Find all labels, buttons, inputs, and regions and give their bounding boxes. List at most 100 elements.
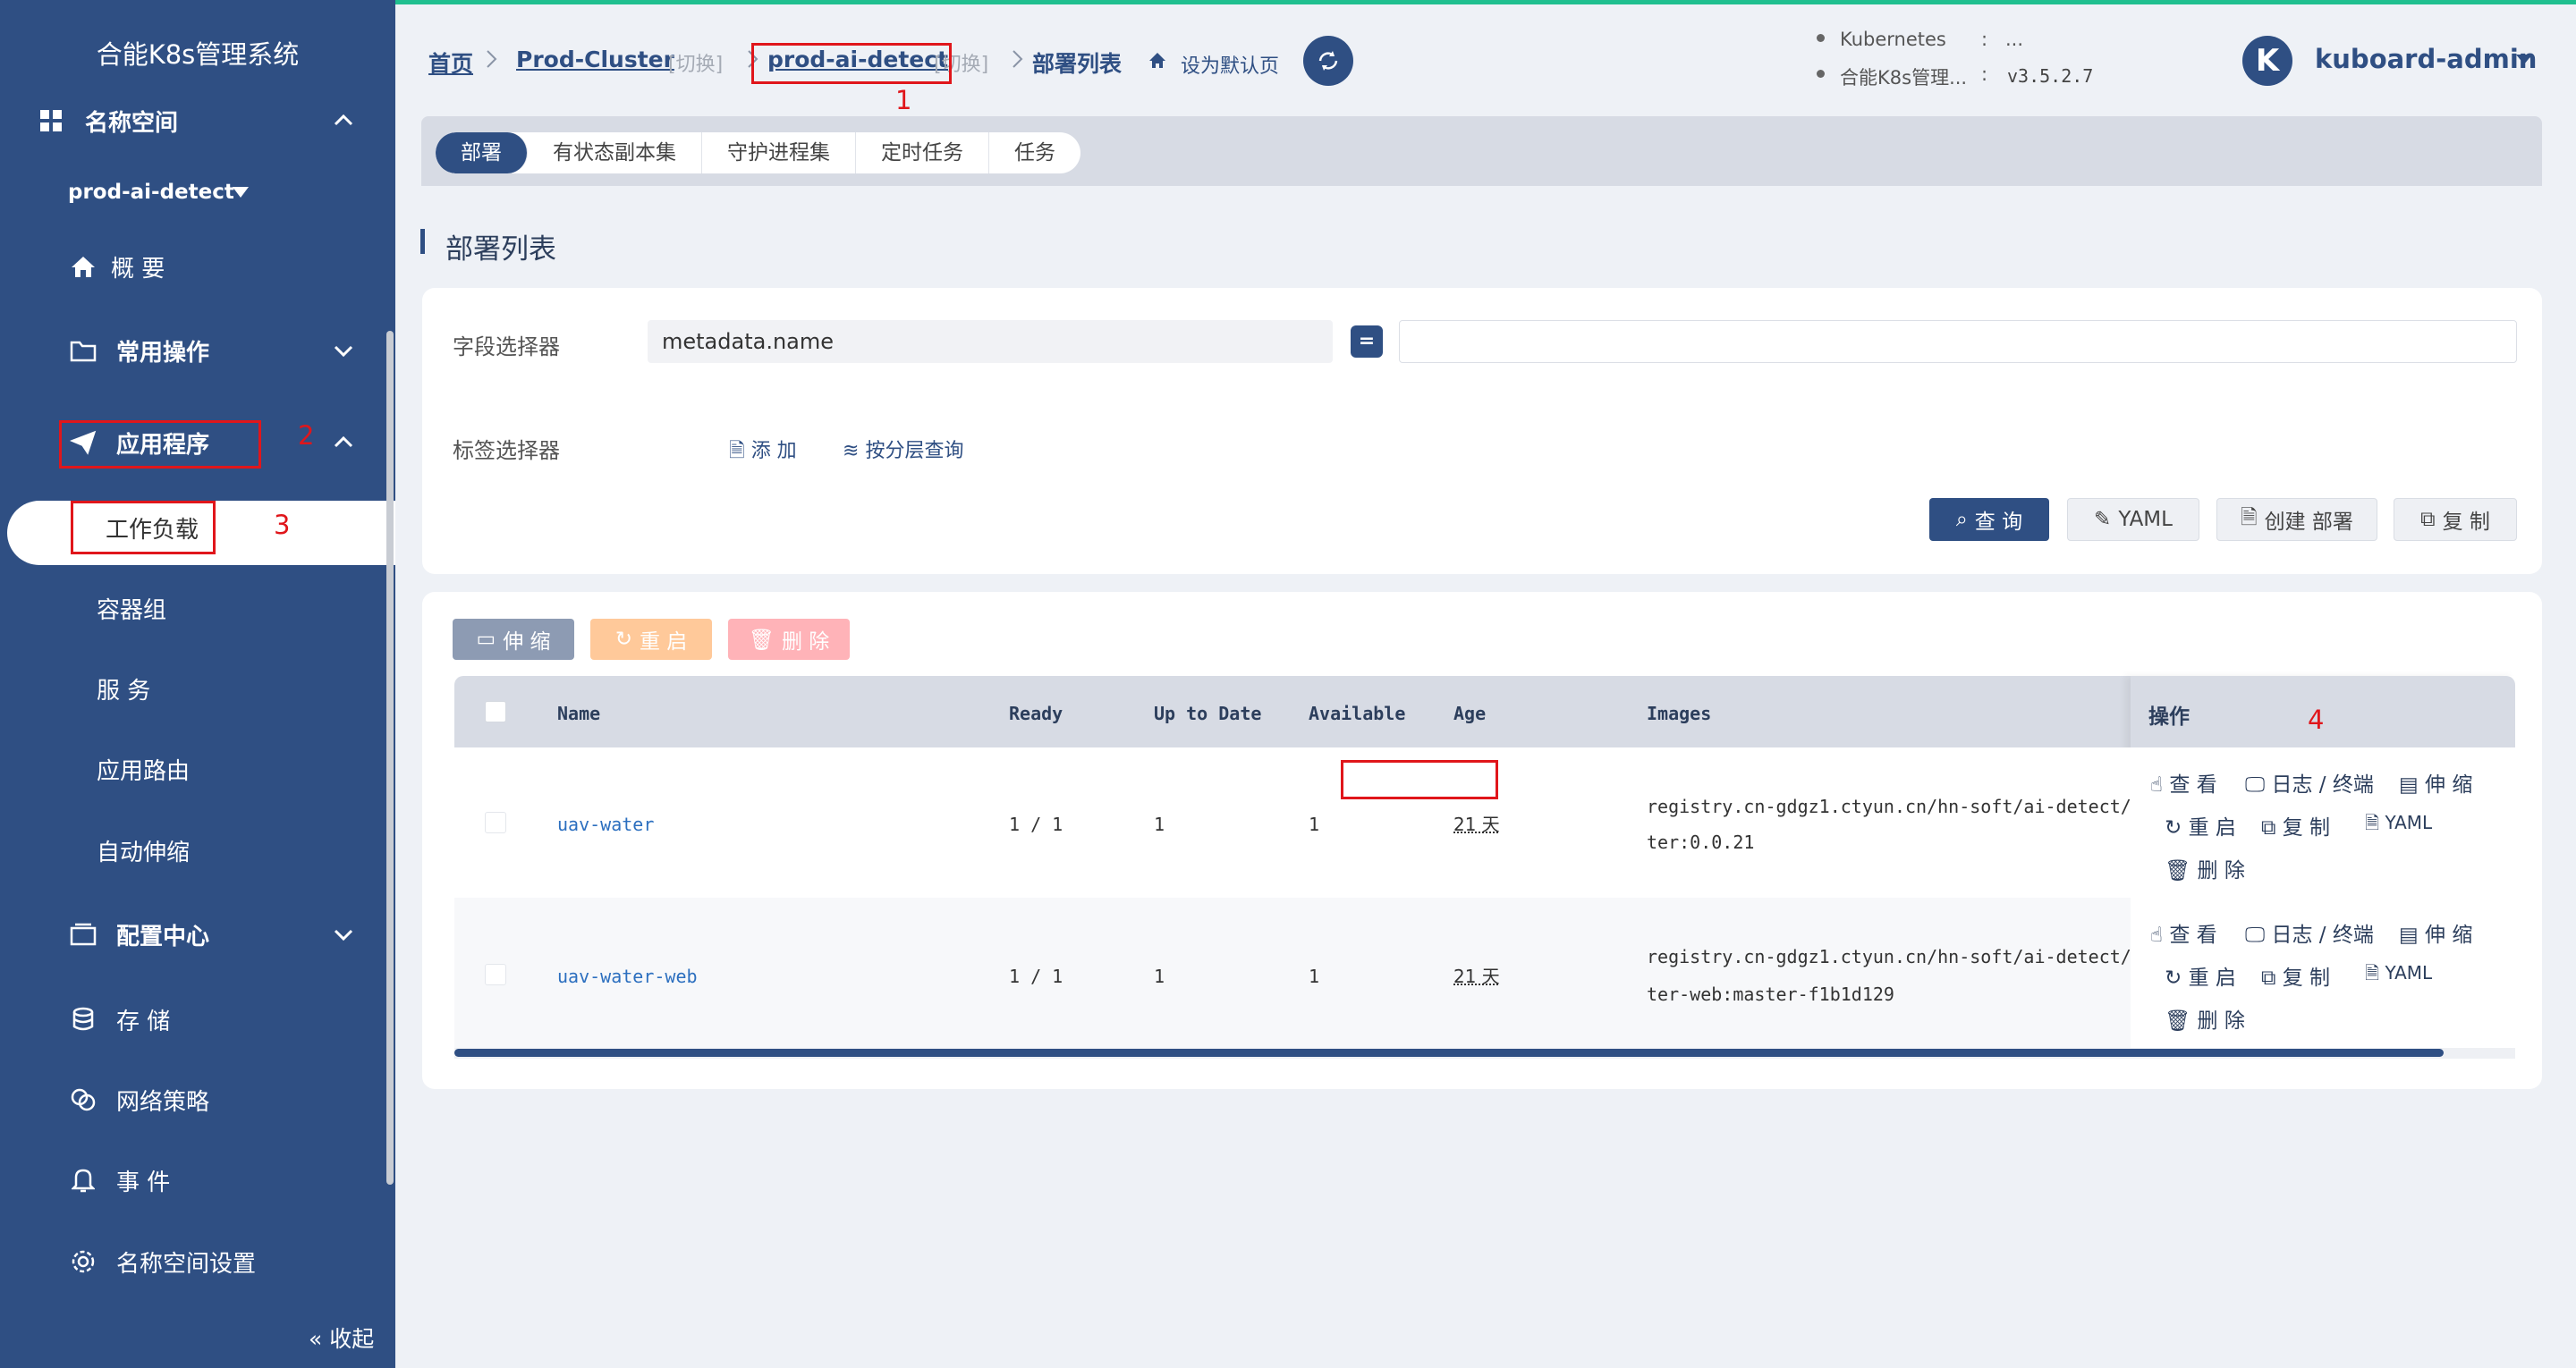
breadcrumb-cluster[interactable]: Prod-Cluster [516, 46, 674, 72]
username[interactable]: kuboard-admin [2315, 44, 2537, 74]
header-uptodate[interactable]: Up to Date [1154, 703, 1261, 724]
sidebar-item-services[interactable]: 服 务 [97, 672, 150, 705]
available-value: 1 [1309, 814, 1320, 835]
add-label-button[interactable]: 🗎 添 加 [729, 435, 797, 469]
header-images[interactable]: Images [1647, 703, 1711, 724]
refresh-button[interactable] [1303, 36, 1353, 86]
create-deployment-button[interactable]: 🗎 创建 部署 [2216, 498, 2377, 541]
sidebar-item-storage[interactable]: 存 储 [0, 992, 395, 1046]
set-default-page-link[interactable]: 设为默认页 [1181, 50, 1279, 79]
layered-query-button[interactable]: ≋ 按分层查询 [843, 435, 963, 463]
table-row [454, 747, 2131, 898]
logs-terminal-action[interactable]: 🖵 日志 / 终端 [2245, 767, 2374, 798]
field-name-input[interactable]: metadata.name [648, 320, 1333, 363]
trash-icon: 🗑 [2165, 859, 2198, 882]
row-checkbox[interactable] [485, 812, 506, 833]
restart-action[interactable]: ↻ 重 启 [2165, 810, 2236, 840]
batch-scale-button[interactable]: ▭ 伸 缩 [453, 619, 574, 660]
age-value: 21 天 [1453, 814, 1500, 835]
view-action[interactable]: ☝ 查 看 [2150, 917, 2217, 948]
annotation-box-1 [751, 43, 952, 84]
logs-terminal-action[interactable]: 🖵 日志 / 终端 [2245, 917, 2374, 948]
refresh-icon: ↻ [614, 628, 632, 651]
sidebar-scrollbar[interactable] [386, 331, 394, 1185]
copy-action[interactable]: ⧉ 复 制 [2261, 810, 2330, 840]
namespace-selector[interactable]: prod-ai-detect [0, 165, 395, 219]
operator-selector[interactable]: = [1351, 325, 1383, 358]
header-ready[interactable]: Ready [1009, 703, 1063, 724]
sidebar-namespace-header[interactable]: 名称空间 [0, 94, 395, 148]
image-line-2: ter:0.0.21 [1647, 832, 1755, 853]
sidebar-item-events[interactable]: 事 件 [0, 1153, 395, 1207]
workload-tabs: 部署 有状态副本集 守护进程集 定时任务 任务 [436, 132, 1080, 173]
scale-icon: ▤ [2399, 773, 2426, 797]
delete-action[interactable]: 🗑 删 除 [2165, 1003, 2245, 1034]
sidebar-item-ns-settings[interactable]: 名称空间设置 [0, 1235, 395, 1288]
tab-cronjobs[interactable]: 定时任务 [856, 132, 989, 173]
avatar[interactable]: K [2242, 36, 2292, 86]
window-icon [70, 921, 97, 948]
breadcrumb-page: 部署列表 [1032, 51, 1123, 77]
refresh-icon [1318, 51, 1338, 71]
cluster-switch-link[interactable]: [切换] [668, 48, 723, 77]
chevron-up-icon [334, 435, 353, 448]
field-value-input[interactable] [1399, 320, 2517, 363]
batch-restart-button[interactable]: ↻ 重 启 [590, 619, 712, 660]
sidebar-item-network-policy[interactable]: 网络策略 [0, 1073, 395, 1127]
header-name[interactable]: Name [557, 703, 600, 724]
scale-action[interactable]: ▤ 伸 缩 [2399, 917, 2472, 948]
deployment-name-link[interactable]: uav-water-web [557, 966, 698, 987]
image-line-2: ter-web:master-f1b1d129 [1647, 984, 1894, 1005]
field-selector-label: 字段选择器 [453, 334, 560, 359]
app-title: 合能K8s管理系统 [96, 39, 300, 70]
sidebar-item-autoscale[interactable]: 自动伸缩 [97, 834, 190, 867]
row-checkbox[interactable] [485, 964, 506, 985]
age-value: 21 天 [1453, 966, 1500, 987]
tab-deployments[interactable]: 部署 [436, 132, 528, 173]
main-content: 首页 Prod-Cluster [切换] prod-ai-detect [切换]… [395, 0, 2576, 1368]
namespace-selected: prod-ai-detect [68, 181, 234, 204]
caret-down-icon [233, 187, 249, 198]
tab-jobs[interactable]: 任务 [989, 132, 1080, 173]
header-actions: 操作 [2148, 705, 2190, 729]
query-button[interactable]: ⌕ 查 询 [1929, 498, 2049, 541]
monitor-icon: 🖵 [2245, 924, 2272, 947]
batch-delete-button[interactable]: 🗑 删 除 [728, 619, 850, 660]
image-line-1: registry.cn-gdgz1.ctyun.cn/hn-soft/ai-de… [1647, 946, 2130, 967]
header-available[interactable]: Available [1309, 703, 1405, 724]
restart-action[interactable]: ↻ 重 启 [2165, 960, 2236, 991]
sidebar-item-label: 配置中心 [116, 923, 210, 950]
sidebar-item-overview[interactable]: 概 要 [0, 240, 395, 293]
kubernetes-label: Kubernetes [1840, 29, 1946, 50]
select-all-checkbox[interactable] [485, 701, 506, 722]
yaml-action[interactable]: 🗎 YAML [2365, 810, 2432, 840]
collapse-sidebar-button[interactable]: « 收起 [309, 1322, 374, 1354]
image-line-1: registry.cn-gdgz1.ctyun.cn/hn-soft/ai-de… [1647, 796, 2130, 817]
tab-daemonsets[interactable]: 守护进程集 [702, 132, 856, 173]
home-icon [1149, 53, 1165, 68]
sidebar-item-ingress[interactable]: 应用路由 [97, 753, 190, 786]
breadcrumb-home[interactable]: 首页 [428, 46, 473, 79]
view-action[interactable]: ☝ 查 看 [2150, 767, 2217, 798]
deployment-name-link[interactable]: uav-water [557, 814, 654, 835]
annotation-box-2 [59, 420, 261, 469]
annotation-number-3: 3 [274, 510, 291, 540]
copy-action[interactable]: ⧉ 复 制 [2261, 960, 2330, 991]
system-version: v3.5.2.7 [2007, 65, 2094, 87]
header-age[interactable]: Age [1453, 703, 1486, 724]
sidebar-item-config-center[interactable]: 配置中心 [0, 908, 395, 961]
yaml-button[interactable]: ✎ YAML [2067, 498, 2199, 541]
refresh-icon: ↻ [2165, 816, 2189, 840]
table-horizontal-scrollbar[interactable] [454, 1049, 2444, 1057]
ready-value: 1 / 1 [1009, 966, 1063, 987]
grid-icon [38, 107, 64, 134]
yaml-action[interactable]: 🗎 YAML [2365, 960, 2432, 991]
tab-statefulsets[interactable]: 有状态副本集 [528, 132, 702, 173]
bullet-icon [1817, 70, 1825, 78]
hand-icon: ☝ [2150, 773, 2170, 797]
sidebar-item-common-ops[interactable]: 常用操作 [0, 324, 395, 377]
scale-action[interactable]: ▤ 伸 缩 [2399, 767, 2472, 798]
delete-action[interactable]: 🗑 删 除 [2165, 853, 2245, 883]
sidebar-item-pods[interactable]: 容器组 [97, 592, 166, 625]
copy-button[interactable]: ⧉ 复 制 [2394, 498, 2517, 541]
